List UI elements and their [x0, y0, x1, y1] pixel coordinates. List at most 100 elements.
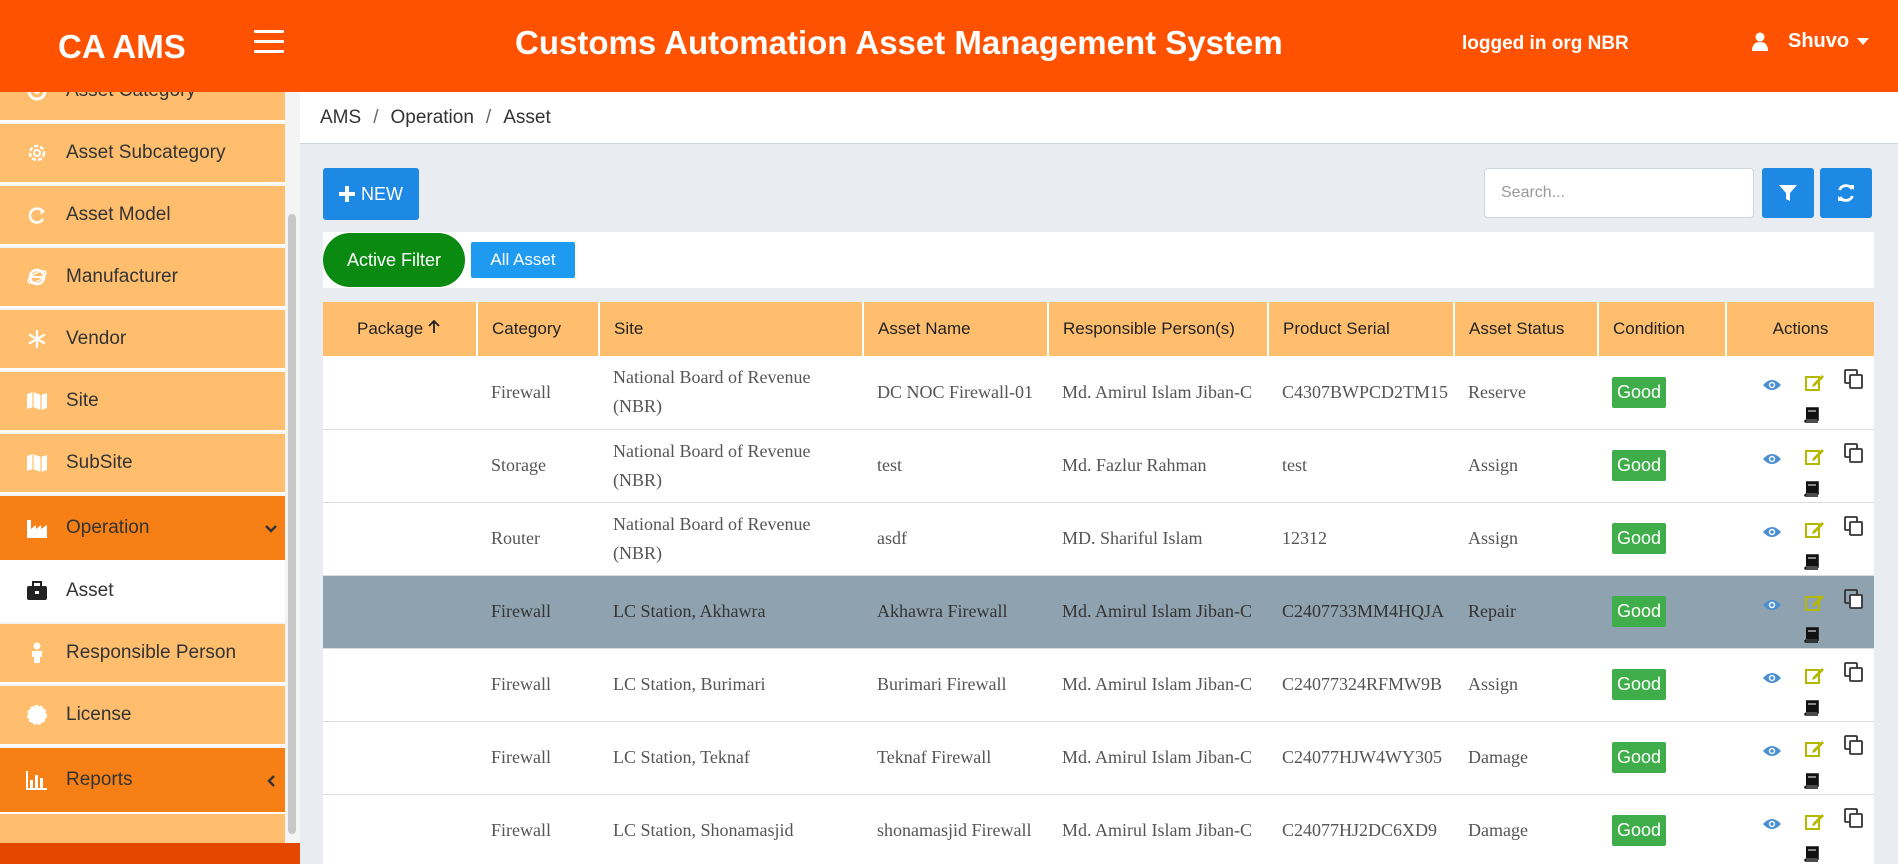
sidebar-item-label: Asset Category [66, 92, 196, 102]
copy-icon[interactable] [1844, 515, 1864, 545]
active-filter-tab[interactable]: Active Filter [323, 233, 465, 287]
sidebar-item-responsible-person[interactable]: Responsible Person [0, 624, 285, 684]
sidebar-item-vendor[interactable]: Vendor [0, 310, 285, 370]
brand-logo[interactable]: CA AMS [58, 28, 186, 66]
copy-icon[interactable] [1844, 442, 1864, 472]
cell-category: Storage [477, 429, 599, 503]
cell-serial: C24077324RFMW9B [1268, 648, 1454, 722]
sidebar-item-reports[interactable]: Reports [0, 748, 285, 814]
view-icon[interactable] [1762, 372, 1782, 401]
condition-badge: Good [1612, 815, 1667, 846]
cell-category: Firewall [477, 648, 599, 722]
table-row[interactable]: Firewall LC Station, Akhawra Akhawra Firew… [323, 575, 1874, 649]
book-icon[interactable] [1803, 769, 1819, 798]
view-icon[interactable] [1762, 446, 1782, 475]
sidebar-item-asset-model[interactable]: Asset Model [0, 186, 285, 246]
sidebar-item-manufacturer[interactable]: Manufacturer [0, 248, 285, 308]
table-header: Package Category Site Asset Name Respons… [323, 302, 1874, 356]
cell-status: Damage [1454, 794, 1598, 864]
table-row[interactable]: Router National Board of Revenue (NBR) asd… [323, 502, 1874, 576]
sidebar-item-asset[interactable]: Asset [0, 562, 285, 622]
cell-package [323, 429, 477, 503]
sidebar-item-label: Site [66, 390, 99, 411]
copy-icon[interactable] [1844, 588, 1864, 618]
column-header-site[interactable]: Site [599, 302, 864, 356]
breadcrumb-operation[interactable]: Operation [390, 107, 473, 129]
cell-person: Md. Amirul Islam Jiban-C [1048, 721, 1268, 795]
sidebar-item-license[interactable]: License [0, 686, 285, 746]
view-icon[interactable] [1762, 738, 1782, 767]
column-header-product-serial[interactable]: Product Serial [1268, 302, 1455, 356]
book-icon[interactable] [1803, 842, 1819, 864]
cell-category: Firewall [477, 721, 599, 795]
copy-icon[interactable] [1844, 807, 1864, 837]
column-header-responsible-person[interactable]: Responsible Person(s) [1048, 302, 1269, 356]
view-icon[interactable] [1762, 519, 1782, 548]
copy-icon[interactable] [1844, 734, 1864, 764]
sidebar-item-site[interactable]: Site [0, 372, 285, 432]
cell-package [323, 648, 477, 722]
edit-icon[interactable] [1805, 737, 1825, 766]
book-icon[interactable] [1803, 550, 1819, 579]
filter-button[interactable] [1762, 168, 1814, 218]
cell-serial: C24077HJW4WY305 [1268, 721, 1454, 795]
filter-icon [1779, 185, 1797, 201]
bar-chart-icon [24, 767, 50, 793]
table-row[interactable]: Firewall LC Station, Shonamasjid shonamasj… [323, 794, 1874, 864]
cell-actions [1726, 575, 1874, 649]
sidebar-item-label: Vendor [66, 328, 127, 349]
menu-toggle-icon[interactable] [254, 30, 284, 54]
edit-icon[interactable] [1805, 371, 1825, 400]
sidebar-item-label: SubSite [66, 452, 133, 473]
view-icon[interactable] [1762, 811, 1782, 840]
copy-icon[interactable] [1844, 369, 1864, 398]
table-row[interactable]: Firewall LC Station, Teknaf Teknaf Firewal… [323, 721, 1874, 795]
edit-icon[interactable] [1805, 445, 1825, 474]
view-icon[interactable] [1762, 665, 1782, 694]
edit-icon[interactable] [1805, 664, 1825, 693]
column-header-asset-name[interactable]: Asset Name [863, 302, 1049, 356]
book-icon[interactable] [1803, 696, 1819, 725]
cell-site: LC Station, Burimari [599, 648, 863, 722]
table-row[interactable]: Storage National Board of Revenue (NBR) te… [323, 429, 1874, 503]
edit-icon[interactable] [1805, 810, 1825, 839]
cell-site: National Board of Revenue (NBR) [599, 429, 863, 503]
column-header-category[interactable]: Category [477, 302, 600, 356]
copy-icon[interactable] [1844, 661, 1864, 691]
book-icon[interactable] [1803, 403, 1819, 432]
column-header-asset-status[interactable]: Asset Status [1454, 302, 1599, 356]
all-asset-button[interactable]: All Asset [471, 242, 575, 278]
cell-person: Md. Amirul Islam Jiban-C [1048, 575, 1268, 649]
column-header-package[interactable]: Package [323, 302, 478, 356]
edit-icon[interactable] [1805, 518, 1825, 547]
edit-icon[interactable] [1805, 591, 1825, 620]
cell-site: LC Station, Teknaf [599, 721, 863, 795]
book-icon[interactable] [1803, 623, 1819, 652]
sidebar-scrollbar[interactable] [288, 214, 296, 834]
sidebar-item-label: Reports [66, 769, 133, 790]
table-row[interactable]: Firewall National Board of Revenue (NBR) D… [323, 356, 1874, 432]
table-row[interactable]: Firewall LC Station, Burimari Burimari Fir… [323, 648, 1874, 722]
sidebar-item-label: Asset [66, 580, 114, 601]
book-icon[interactable] [1803, 477, 1819, 506]
asset-table: Package Category Site Asset Name Respons… [323, 302, 1874, 864]
sidebar-item-subsite[interactable]: SubSite [0, 434, 285, 494]
cell-serial: C4307BWPCD2TM15 [1268, 356, 1454, 430]
cell-condition: Good [1598, 429, 1726, 503]
column-header-condition[interactable]: Condition [1598, 302, 1727, 356]
cell-asset-name: test [863, 429, 1048, 503]
search-input[interactable] [1484, 168, 1754, 218]
sidebar-item-operation[interactable]: Operation [0, 496, 285, 562]
map-icon [24, 450, 50, 476]
cell-asset-name: DC NOC Firewall-01 [863, 356, 1048, 430]
sidebar-item-asset-subcategory[interactable]: Asset Subcategory [0, 124, 285, 184]
breadcrumb-asset: Asset [503, 106, 551, 128]
chevron-left-icon [267, 775, 275, 787]
sidebar-item-asset-category[interactable]: Asset Category [0, 92, 285, 122]
view-icon[interactable] [1762, 592, 1782, 621]
cell-status: Reserve [1454, 356, 1598, 430]
breadcrumb-ams[interactable]: AMS [320, 107, 361, 129]
refresh-button[interactable] [1820, 168, 1872, 218]
new-button[interactable]: NEW [323, 168, 419, 220]
user-menu[interactable]: Shuvo [1752, 30, 1870, 53]
